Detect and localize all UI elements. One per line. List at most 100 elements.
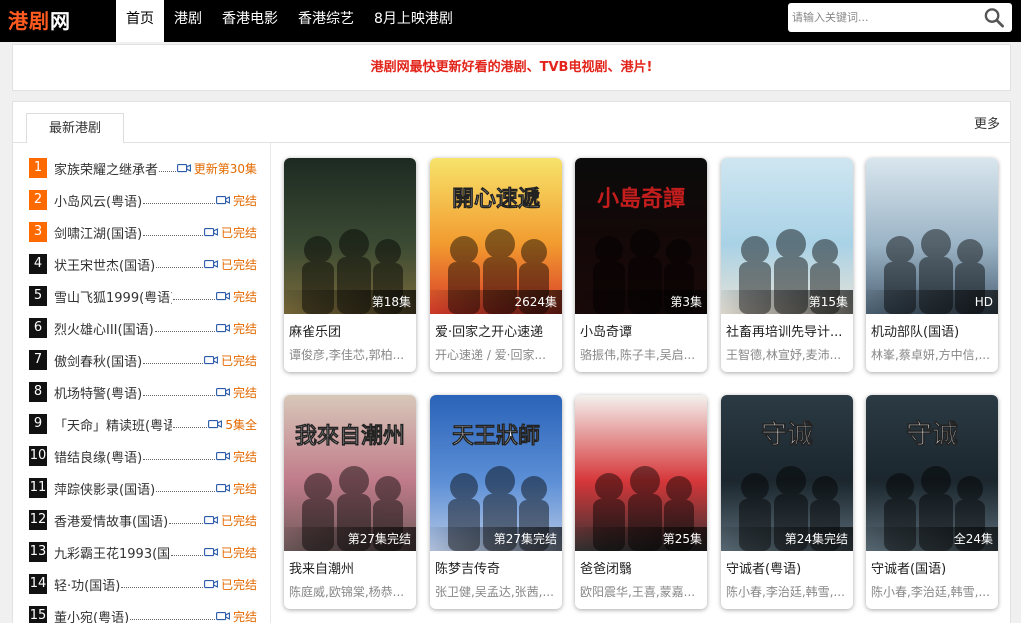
search-icon[interactable] (982, 6, 1006, 29)
episode-badge: 第25集 (575, 527, 707, 551)
poster-image[interactable]: 第25集 (575, 395, 707, 551)
episode-badge: 全24集 (866, 527, 998, 551)
video-camera-icon (216, 292, 230, 301)
rank-title[interactable]: 傲剑春秋(国语) (54, 351, 142, 370)
ranking-item[interactable]: 12 香港爱情故事(国语) 已完结 (29, 504, 257, 536)
poster-image[interactable]: 小島奇譚 第3集 (575, 158, 707, 314)
poster-image[interactable]: 第18集 (284, 158, 416, 314)
ranking-item[interactable]: 14 轻·功(国语) 已完结 (29, 568, 257, 600)
search-input[interactable] (792, 6, 972, 29)
drama-card[interactable]: 我來自潮州 第27集完结 我来自潮州 陈庭威,欧锦棠,杨恭... (284, 395, 416, 609)
ranking-item[interactable]: 7 傲剑春秋(国语) 已完结 (29, 344, 257, 376)
ranking-item[interactable]: 2 小岛风云(粤语) 完结 (29, 184, 257, 216)
card-cast: 骆振伟,陈子丰,吴启... (580, 348, 696, 362)
rank-status: 5集全 (225, 417, 257, 432)
nav-item-2[interactable]: 香港电影 (212, 0, 288, 42)
dotted-leader (169, 522, 203, 524)
poster-title-art: 小島奇譚 (597, 186, 685, 212)
card-title[interactable]: 守诚者(国语) (871, 558, 995, 577)
drama-card[interactable]: 開心速遞 2624集 爱·回家之开心速递 开心速递 / 爱·回家... (430, 158, 562, 372)
ranking-item[interactable]: 9 「天命」精读班(粤语) 5集全 (29, 408, 257, 440)
nav-item-4[interactable]: 8月上映港剧 (364, 0, 463, 42)
rank-status: 已完结 (220, 225, 257, 240)
rank-title[interactable]: 「天命」精读班(粤语) (54, 415, 172, 434)
card-cast: 陈小春,李治廷,韩雪,... (726, 585, 845, 599)
rank-status: 已完结 (220, 257, 257, 272)
ranking-item[interactable]: 10 错结良缘(粤语) 完结 (29, 440, 257, 472)
dotted-leader (171, 554, 203, 556)
drama-card[interactable]: 第25集 爸爸闭翳 欧阳震华,王喜,蒙嘉... (575, 395, 707, 609)
poster-image[interactable]: 第15集 (721, 158, 853, 314)
card-title[interactable]: 小岛奇谭 (580, 321, 704, 340)
nav-item-1[interactable]: 港剧 (164, 0, 212, 42)
rank-title[interactable]: 机场特警(粤语) (54, 383, 142, 402)
ranking-item[interactable]: 6 烈火雄心III(国语) 完结 (29, 312, 257, 344)
drama-card[interactable]: 小島奇譚 第3集小岛奇谭骆振伟,陈子丰,吴启... (575, 158, 707, 372)
drama-card[interactable]: 第18集 麻雀乐团 谭俊彦,李佳芯,郭柏... (284, 158, 416, 372)
card-title[interactable]: 我来自潮州 (289, 558, 413, 577)
poster-title-art: 開心速遞 (452, 186, 541, 212)
rank-number: 8 (29, 382, 47, 402)
more-link[interactable]: 更多 (974, 113, 1000, 132)
rank-status: 已完结 (220, 513, 257, 528)
ranking-item[interactable]: 11 萍踪侠影录(国语) 完结 (29, 472, 257, 504)
card-title[interactable]: 守诚者(粤语) (726, 558, 850, 577)
poster-title-art: 我來自潮州 (295, 423, 405, 449)
drama-card[interactable]: HD 机动部队(国语) 林峯,蔡卓妍,方中信,... (866, 158, 998, 372)
rank-title[interactable]: 轻·功(国语) (54, 575, 120, 594)
rank-number: 13 (29, 542, 47, 562)
ranking-item[interactable]: 1 家族荣耀之继承者 更新第30集 (29, 152, 257, 184)
video-camera-icon (216, 196, 230, 205)
rank-number: 3 (29, 222, 47, 242)
ranking-item[interactable]: 4 状王宋世杰(国语) 已完结 (29, 248, 257, 280)
rank-title[interactable]: 烈火雄心III(国语) (54, 319, 154, 338)
ranking-list: 1 家族荣耀之继承者 更新第30集 2 小岛风云(粤语) 完结 3 剑啸江湖(国语) 已完结 4 状… (29, 152, 257, 623)
episode-badge: 第15集 (721, 290, 853, 314)
card-title[interactable]: 机动部队(国语) (871, 321, 995, 340)
rank-title[interactable]: 小岛风云(粤语) (54, 191, 142, 210)
drama-card[interactable]: 天王狀師 第27集完结 陈梦吉传奇 张卫健,吴孟达,张茜,... (430, 395, 562, 609)
rank-status: 完结 (232, 609, 257, 623)
drama-card[interactable]: 第15集社畜再培训先导计... 王智德,林宣妤,麦沛... (721, 158, 853, 372)
poster-image[interactable]: 開心速遞 2624集 (430, 158, 562, 314)
card-title[interactable]: 社畜再培训先导计... (726, 321, 850, 340)
drama-card[interactable]: 守诚 全24集 守诚者(国语) 陈小春,李治廷,韩雪,... (866, 395, 998, 609)
ranking-item[interactable]: 3 剑啸江湖(国语) 已完结 (29, 216, 257, 248)
rank-status: 已完结 (220, 577, 257, 592)
nav-item-3[interactable]: 香港综艺 (288, 0, 364, 42)
card-title[interactable]: 爱·回家之开心速递 (435, 321, 559, 340)
card-title[interactable]: 陈梦吉传奇 (435, 558, 559, 577)
site-logo[interactable]: 港剧网 (8, 3, 71, 39)
poster-image[interactable]: 守诚 全24集 (866, 395, 998, 551)
ranking-item[interactable]: 15 董小宛(粤语) 完结 (29, 600, 257, 623)
rank-title[interactable]: 雪山飞狐1999(粤语) (54, 287, 172, 306)
card-title[interactable]: 爸爸闭翳 (580, 558, 704, 577)
video-camera-icon (216, 388, 230, 397)
dotted-leader (143, 234, 203, 236)
nav-item-0[interactable]: 首页 (116, 0, 164, 42)
rank-status: 完结 (232, 449, 257, 464)
rank-title[interactable]: 董小宛(粤语) (54, 607, 129, 623)
ranking-item[interactable]: 5 雪山飞狐1999(粤语) 完结 (29, 280, 257, 312)
rank-title[interactable]: 香港爱情故事(国语) (54, 511, 168, 530)
poster-image[interactable]: 我來自潮州 第27集完结 (284, 395, 416, 551)
rank-title[interactable]: 家族荣耀之继承者 (54, 159, 158, 178)
card-title[interactable]: 麻雀乐团 (289, 321, 413, 340)
rank-title[interactable]: 九彩霸王花1993(国 (54, 543, 170, 562)
rank-title[interactable]: 萍踪侠影录(国语) (54, 479, 155, 498)
tab-latest-dramas[interactable]: 最新港剧 (26, 113, 124, 143)
poster-title-art: 守诚 (761, 419, 813, 450)
poster-image[interactable]: HD (866, 158, 998, 314)
rank-title[interactable]: 错结良缘(粤语) (54, 447, 142, 466)
drama-card[interactable]: 守诚 第24集完结守诚者(粤语) 陈小春,李治廷,韩雪,... (721, 395, 853, 609)
rank-title[interactable]: 状王宋世杰(国语) (54, 255, 155, 274)
rank-number: 10 (29, 446, 47, 466)
poster-image[interactable]: 守诚 第24集完结 (721, 395, 853, 551)
poster-image[interactable]: 天王狀師 第27集完结 (430, 395, 562, 551)
card-cast: 王智德,林宣妤,麦沛... (726, 348, 842, 362)
rank-status: 完结 (232, 385, 257, 400)
ranking-item[interactable]: 8 机场特警(粤语) 完结 (29, 376, 257, 408)
ranking-item[interactable]: 13 九彩霸王花1993(国 已完结 (29, 536, 257, 568)
rank-title[interactable]: 剑啸江湖(国语) (54, 223, 142, 242)
rank-status: 更新第30集 (193, 161, 257, 176)
